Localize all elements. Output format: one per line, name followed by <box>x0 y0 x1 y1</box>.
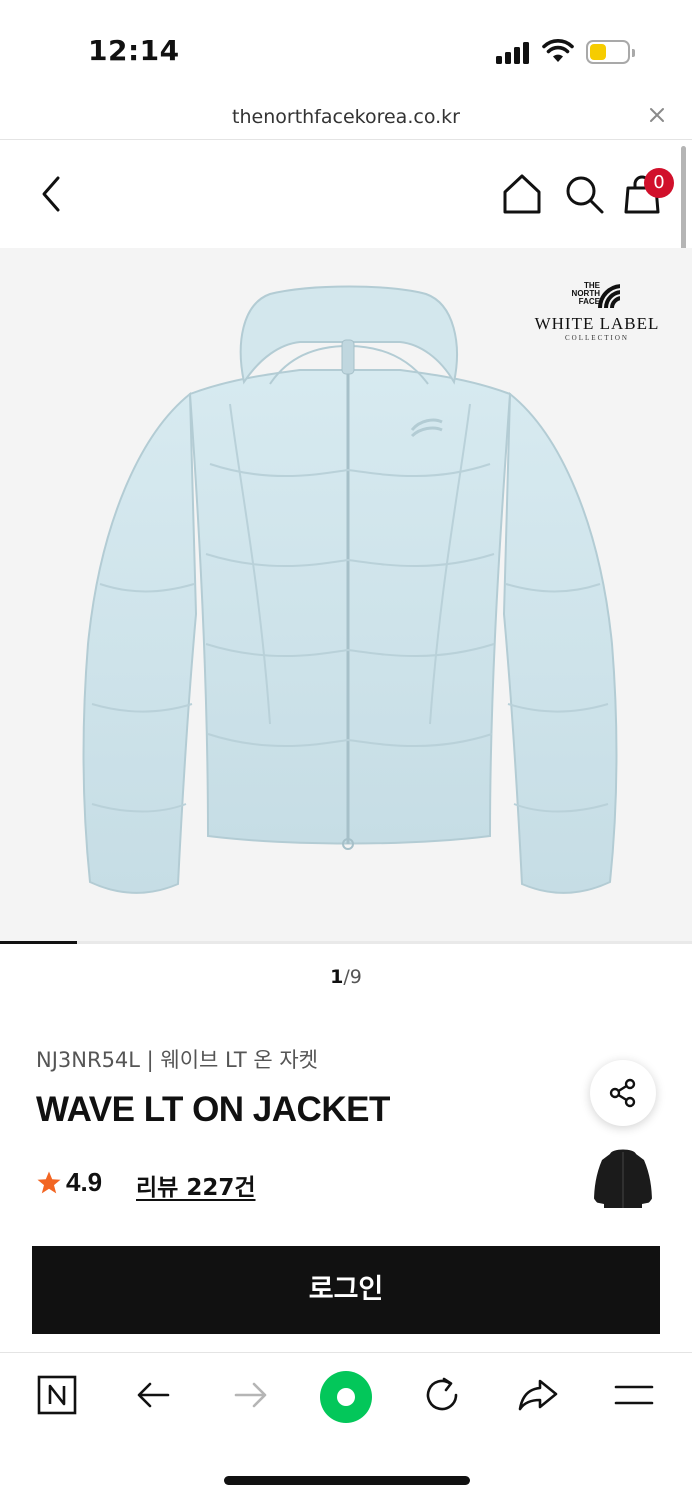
image-page-counter: 1/9 <box>0 966 692 988</box>
forward-icon[interactable] <box>228 1373 272 1417</box>
home-icon[interactable] <box>500 172 544 216</box>
share-arrow-icon[interactable] <box>516 1373 560 1417</box>
status-time: 12:14 <box>88 34 180 67</box>
review-count-link[interactable]: 리뷰 227건 <box>136 1168 256 1202</box>
login-button[interactable]: 로그인 <box>32 1246 660 1334</box>
address-bar[interactable]: thenorthfacekorea.co.kr <box>0 96 692 140</box>
naver-n-icon[interactable] <box>35 1373 79 1417</box>
cellular-signal-icon <box>496 40 532 64</box>
share-icon <box>609 1078 636 1108</box>
image-progress-fill <box>0 941 77 944</box>
home-indicator <box>224 1476 470 1485</box>
site-header <box>0 140 692 248</box>
black-jacket-thumbnail-icon <box>594 1149 652 1208</box>
jacket-product-image <box>82 285 618 894</box>
close-icon[interactable] <box>646 104 668 126</box>
color-option-thumbnail[interactable] <box>588 1144 658 1214</box>
rating-row: 4.9 리뷰 227건 <box>36 1166 336 1202</box>
image-progress-track <box>0 941 692 944</box>
product-image-carousel[interactable]: THE NORTH FACE WHITE LABEL COLLECTION <box>0 248 692 944</box>
menu-icon[interactable] <box>612 1373 656 1417</box>
back-icon[interactable] <box>132 1373 176 1417</box>
rating-value: 4.9 <box>66 1167 103 1197</box>
back-arrow-icon[interactable] <box>34 170 68 218</box>
browser-toolbar <box>0 1352 692 1452</box>
share-button[interactable] <box>590 1060 656 1126</box>
search-icon[interactable] <box>562 172 606 216</box>
product-code-korean-name: NJ3NR54L | 웨이브 LT 온 자켓 <box>36 1048 318 1072</box>
status-bar: 12:14 <box>0 0 692 96</box>
url-text[interactable]: thenorthfacekorea.co.kr <box>0 106 692 128</box>
cart-count-badge: 0 <box>644 168 674 198</box>
naver-green-dot-button[interactable] <box>320 1371 372 1423</box>
wifi-icon <box>542 39 574 62</box>
product-title: WAVE LT ON JACKET <box>36 1090 390 1129</box>
scrollbar[interactable] <box>681 146 686 256</box>
star-icon <box>37 1171 61 1194</box>
battery-icon <box>586 40 635 64</box>
image-total-count: 9 <box>349 966 362 988</box>
refresh-icon[interactable] <box>420 1373 464 1417</box>
image-current-index: 1 <box>330 966 344 988</box>
